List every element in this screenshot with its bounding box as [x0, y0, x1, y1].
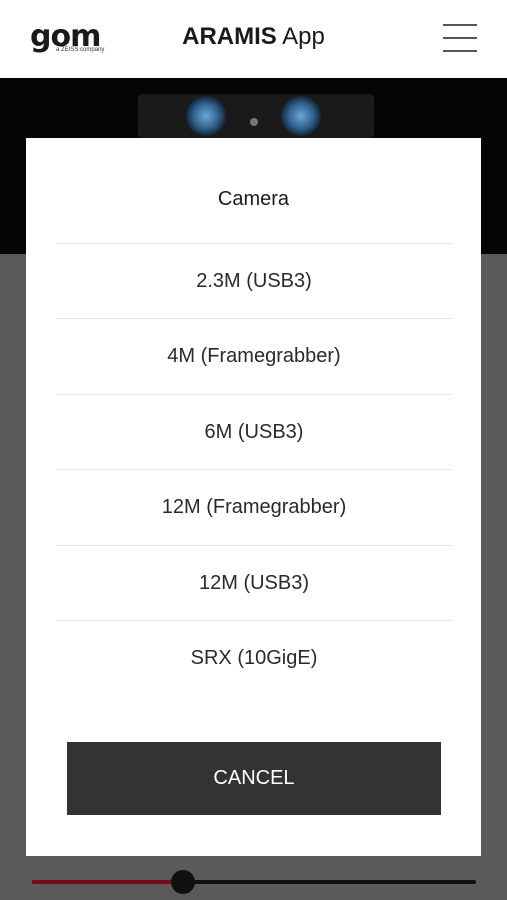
camera-option-12m-framegrabber[interactable]: 12M (Framegrabber) — [56, 469, 452, 545]
camera-lens-icon — [281, 96, 321, 136]
app-title-bold: ARAMIS — [182, 23, 277, 50]
camera-option-2-3m-usb3[interactable]: 2.3M (USB3) — [56, 243, 452, 319]
camera-center-icon — [250, 118, 258, 126]
app-title: ARAMIS App — [0, 22, 507, 52]
dialog-title: Camera — [217, 188, 290, 210]
hamburger-menu-icon[interactable] — [443, 22, 477, 54]
cancel-button[interactable]: CANCEL — [67, 742, 441, 815]
app-title-rest: App — [276, 23, 325, 50]
camera-option-12m-usb3[interactable]: 12M (USB3) — [56, 545, 452, 621]
camera-device-image — [138, 94, 374, 138]
camera-option-srx-10gige[interactable]: SRX (10GigE) — [56, 620, 452, 696]
camera-lens-icon — [186, 96, 226, 136]
app-header: gom a ZEISS company ARAMIS App — [0, 0, 507, 78]
camera-option-6m-usb3[interactable]: 6M (USB3) — [56, 394, 452, 470]
app-screen: gom a ZEISS company ARAMIS App Camera 2.… — [0, 0, 507, 900]
slider-thumb[interactable] — [170, 870, 195, 894]
camera-option-4m-framegrabber[interactable]: 4M (Framegrabber) — [56, 318, 452, 394]
slider-fill — [32, 880, 183, 884]
